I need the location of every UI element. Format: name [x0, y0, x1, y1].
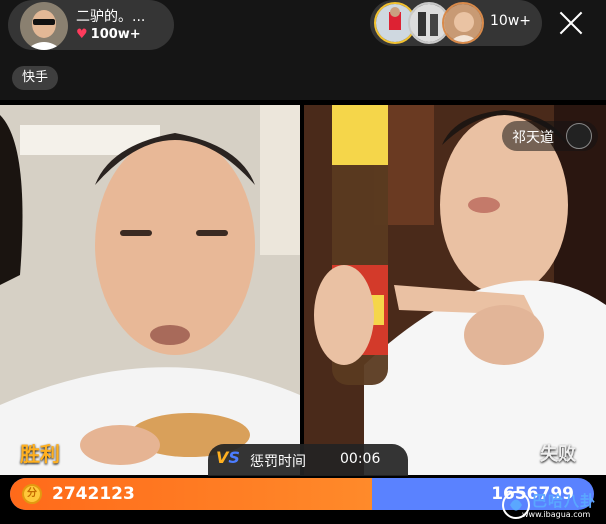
watermark-url: www.ibagua.com	[522, 510, 591, 519]
coin-icon: 分	[22, 484, 42, 504]
vs-icon-v: V	[216, 448, 229, 467]
viewer-count: 10w+	[490, 13, 531, 29]
timer-value: 00:06	[340, 451, 381, 467]
host-avatar[interactable]	[20, 2, 68, 50]
left-video-stream	[0, 105, 300, 475]
host-info-pill[interactable]: 二驴的。... ♥ 100w+	[8, 0, 174, 50]
viewer-avatar[interactable]	[442, 2, 484, 44]
site-watermark: 巴哈八卦 www.ibagua.com	[500, 488, 604, 522]
like-count: ♥ 100w+	[76, 27, 141, 42]
host-name: 二驴的。...	[76, 9, 146, 25]
timer-label: 惩罚时间	[250, 454, 306, 470]
left-score: 2742123	[52, 484, 135, 504]
left-result-label: 胜利	[20, 442, 60, 466]
opponent-logo-icon	[566, 123, 592, 149]
platform-badge: 快手	[12, 66, 59, 90]
close-icon[interactable]	[556, 8, 586, 38]
viewer-list[interactable]: 10w+	[370, 0, 542, 46]
like-count-value: 100w+	[90, 27, 141, 42]
vs-icon: VS	[216, 448, 240, 467]
punishment-timer: VS 惩罚时间 00:06	[208, 444, 408, 476]
right-result-label: 失败	[540, 444, 576, 465]
vs-icon-s: S	[228, 448, 240, 467]
opponent-name-tag[interactable]: 祁天道	[502, 121, 598, 151]
watermark-brand: 巴哈八卦	[532, 492, 597, 510]
heart-icon: ♥	[76, 27, 88, 42]
right-video-stream	[304, 105, 606, 475]
opponent-name: 祁天道	[512, 130, 554, 146]
